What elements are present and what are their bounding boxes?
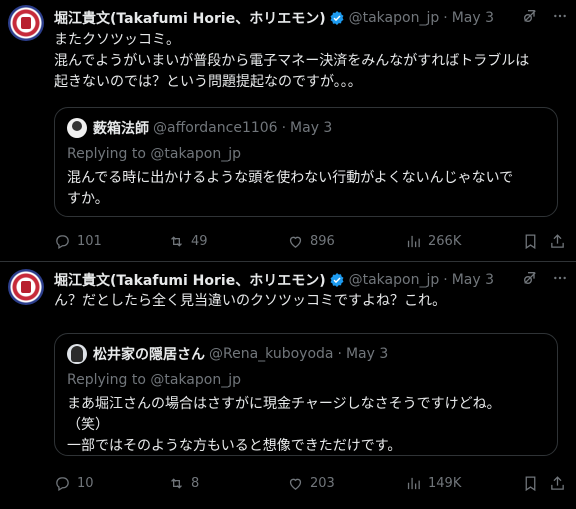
tweet-text-line: 混んでようがいまいが普段から電子マネー決済をみんながすればトラブルは [54, 53, 530, 69]
bookmark-button[interactable] [522, 233, 539, 250]
quoted-author-handle: @Rena_kuboyoda [209, 346, 334, 362]
views-button[interactable]: 149K [405, 475, 461, 492]
tweet-date[interactable]: May 3 [452, 10, 494, 26]
more-options-icon[interactable] [552, 270, 568, 286]
more-options-icon[interactable] [552, 8, 568, 24]
share-icon [551, 475, 564, 490]
reply-icon [56, 476, 69, 491]
quoted-tweet-header: 松井家の隠居さん @Rena_kuboyoda · May 3 [67, 344, 388, 364]
separator-dot: · [443, 10, 448, 26]
header-actions [522, 8, 568, 24]
reply-button[interactable]: 10 [54, 475, 94, 492]
tweet-text: ん？だとしたら全く見当違いのクソツッコミですよね？これ。 [54, 291, 564, 312]
share-button[interactable] [549, 475, 566, 492]
separator-dot: · [443, 272, 448, 288]
views-count: 149K [428, 475, 462, 491]
author-handle[interactable]: @takapon_jp [349, 272, 440, 288]
tweet-date[interactable]: May 3 [452, 272, 494, 288]
repost-button[interactable]: 49 [168, 233, 208, 250]
reply-count: 10 [77, 475, 94, 491]
tweet[interactable]: 堀江貴文(Takafumi Horie、ホリエモン) @takapon_jp ·… [0, 0, 576, 262]
bookmark-button[interactable] [522, 475, 539, 492]
author-handle[interactable]: @takapon_jp [349, 10, 440, 26]
tweet-actions: 101 49 896 266K [54, 231, 568, 251]
repost-count: 8 [191, 475, 200, 491]
quoted-tweet-header: 薮箱法師 @affordance1106 · May 3 [67, 118, 332, 138]
tweet-actions: 10 8 203 149K [54, 473, 568, 493]
quoted-author-name: 松井家の隠居さん [93, 347, 205, 363]
quoted-text-line: （笑） [67, 417, 109, 433]
quoted-text-line: まあ堀江さんの場合はさすがに現金チャージしなさそうですけどね。 [67, 396, 501, 412]
quoted-avatar [67, 344, 87, 364]
heart-icon [289, 478, 302, 490]
share-button[interactable] [549, 233, 566, 250]
verified-badge-icon [330, 11, 344, 25]
quoted-tweet[interactable]: 薮箱法師 @affordance1106 · May 3 Replying to… [54, 107, 558, 217]
quoted-author-handle: @affordance1106 [153, 120, 278, 136]
quoted-text-line: 混んでる時に出かけるような頭を使わない行動がよくないんじゃないで [67, 170, 514, 186]
replying-to: Replying to @takapon_jp [67, 146, 241, 162]
quoted-tweet-text: まあ堀江さんの場合はさすがに現金チャージしなさそうですけどね。 （笑） 一部では… [67, 394, 545, 457]
quoted-tweet-date: May 3 [290, 120, 333, 136]
quoted-avatar [67, 118, 87, 138]
quoted-text-line: 一部ではそのような方もいると想像できただけです。 [67, 438, 402, 454]
grok-icon[interactable] [522, 270, 538, 286]
avatar[interactable] [8, 5, 44, 41]
like-button[interactable]: 203 [287, 475, 335, 492]
avatar[interactable] [8, 269, 44, 305]
header-actions [522, 270, 568, 286]
bookmark-icon [525, 233, 536, 249]
quoted-author-name: 薮箱法師 [93, 121, 149, 137]
reply-button[interactable]: 101 [54, 233, 102, 250]
tweet-text: またクソツッコミ。 混んでようがいまいが普段から電子マネー決済をみんながすればト… [54, 30, 564, 93]
separator-dot: · [281, 120, 287, 136]
author-name[interactable]: 堀江貴文(Takafumi Horie、ホリエモン) [54, 8, 326, 28]
repost-icon [171, 235, 182, 247]
views-chart-icon [407, 235, 420, 247]
views-count: 266K [428, 233, 462, 249]
reply-count: 101 [77, 233, 102, 249]
author-name[interactable]: 堀江貴文(Takafumi Horie、ホリエモン) [54, 270, 326, 290]
views-button[interactable]: 266K [405, 233, 461, 250]
views-chart-icon [407, 477, 420, 489]
tweet-text-line: ん？だとしたら全く見当違いのクソツッコミですよね？これ。 [54, 293, 447, 309]
verified-badge-icon [330, 273, 344, 287]
heart-icon [289, 236, 302, 248]
tweet-header: 堀江貴文(Takafumi Horie、ホリエモン) @takapon_jp ·… [54, 270, 568, 290]
tweet-text-line: 起きないのでは？という問題提起なのですが。。。 [54, 74, 362, 90]
grok-icon[interactable] [522, 8, 538, 24]
replying-to: Replying to @takapon_jp [67, 372, 241, 388]
quoted-tweet-date: May 3 [345, 346, 389, 362]
separator-dot: · [337, 346, 342, 362]
repost-button[interactable]: 8 [168, 475, 199, 492]
quoted-tweet-text: 混んでる時に出かけるような頭を使わない行動がよくないんじゃないで すか。 [67, 168, 545, 210]
quoted-text-line: すか。 [67, 191, 109, 207]
tweet[interactable]: 堀江貴文(Takafumi Horie、ホリエモン) @takapon_jp ·… [0, 262, 576, 509]
like-count: 203 [310, 475, 335, 491]
bookmark-icon [525, 475, 536, 491]
reply-icon [56, 234, 69, 249]
share-icon [551, 233, 564, 248]
quoted-tweet[interactable]: 松井家の隠居さん @Rena_kuboyoda · May 3 Replying… [54, 333, 558, 456]
like-button[interactable]: 896 [287, 233, 335, 250]
repost-icon [171, 477, 182, 489]
tweet-header: 堀江貴文(Takafumi Horie、ホリエモン) @takapon_jp ·… [54, 8, 568, 28]
like-count: 896 [310, 233, 335, 249]
tweet-text-line: またクソツッコミ。 [54, 32, 180, 48]
repost-count: 49 [191, 233, 208, 249]
